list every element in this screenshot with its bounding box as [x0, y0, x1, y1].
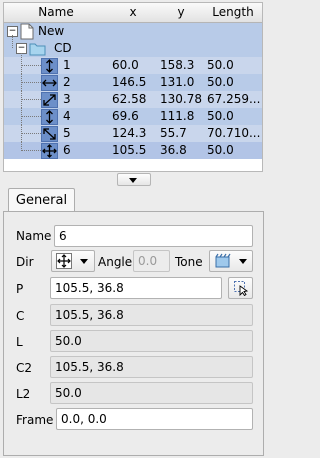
- row-y: 36.8: [160, 143, 187, 157]
- horizontal-arrow-icon: [41, 75, 58, 91]
- row-length: 50.0: [207, 75, 234, 89]
- name-label: Name: [16, 229, 52, 243]
- row-name: 3: [63, 92, 71, 106]
- diagonal-down-arrow-icon: [41, 126, 58, 142]
- table-row[interactable]: 2 146.5 131.0 50.0: [4, 74, 262, 91]
- tone-dropdown[interactable]: [209, 250, 253, 272]
- angle-field[interactable]: 0.0: [133, 250, 170, 272]
- row-length: 50.0: [207, 58, 234, 72]
- tree-table[interactable]: Name x y Length − New − CD 1 60.0 158.3 …: [3, 2, 263, 172]
- p-label: P: [16, 282, 24, 296]
- row-x: 62.58: [112, 92, 147, 106]
- dir-label: Dir: [16, 255, 34, 269]
- row-y: 111.8: [160, 109, 195, 123]
- chevron-down-icon: [129, 178, 137, 183]
- four-way-arrow-icon: [41, 143, 58, 159]
- column-header-name[interactable]: Name: [4, 3, 109, 23]
- row-y: 158.3: [160, 58, 195, 72]
- c-field: 105.5, 36.8: [50, 304, 253, 326]
- chevron-down-icon: [80, 259, 88, 264]
- l-field: 50.0: [50, 330, 253, 352]
- row-name: 5: [63, 126, 71, 140]
- document-icon: [20, 23, 34, 40]
- tab-general[interactable]: General: [8, 188, 75, 212]
- angle-label: Angle: [98, 255, 133, 269]
- p-field[interactable]: 105.5, 36.8: [50, 277, 222, 299]
- pointer-pick-icon: [234, 281, 249, 296]
- pick-point-button[interactable]: [228, 277, 253, 299]
- l2-field: 50.0: [50, 382, 253, 404]
- row-x: 60.0: [112, 58, 139, 72]
- l2-label: L2: [16, 387, 31, 401]
- row-length: 70.710...: [207, 126, 261, 140]
- table-row[interactable]: 1 60.0 158.3 50.0: [4, 53, 262, 74]
- c2-label: C2: [16, 361, 33, 375]
- row-length: 50.0: [207, 109, 234, 123]
- row-x: 146.5: [112, 75, 147, 89]
- row-x: 124.3: [112, 126, 147, 140]
- tree-row-label: New: [38, 24, 65, 38]
- row-x: 69.6: [112, 109, 139, 123]
- four-way-arrow-icon: [56, 253, 72, 269]
- column-header-y[interactable]: y: [158, 3, 205, 23]
- c2-field: 105.5, 36.8: [50, 356, 253, 378]
- properties-panel: Name 6 Dir Angle 0.0 Tone P 105.5, 36.8 …: [3, 211, 264, 456]
- vertical-arrow-icon: [41, 109, 58, 125]
- table-row-selected[interactable]: 6 105.5 36.8 50.0: [4, 142, 262, 159]
- collapse-panel-button[interactable]: [117, 173, 151, 186]
- c-label: C: [16, 309, 25, 323]
- dir-dropdown[interactable]: [51, 250, 95, 272]
- column-header-length[interactable]: Length: [204, 3, 262, 23]
- table-row[interactable]: 3 62.58 130.78 67.259...: [4, 91, 262, 108]
- tree-row-root[interactable]: − New: [4, 23, 262, 40]
- row-name: 4: [63, 109, 71, 123]
- row-name: 1: [63, 58, 71, 72]
- row-name: 2: [63, 75, 71, 89]
- tone-icon: [215, 253, 231, 268]
- name-field[interactable]: 6: [54, 225, 253, 247]
- frame-label: Frame: [16, 413, 54, 427]
- row-name: 6: [63, 143, 71, 157]
- tree-row-label: CD: [54, 41, 72, 55]
- diagonal-up-arrow-icon: [41, 92, 58, 108]
- row-y: 130.78: [160, 92, 202, 106]
- folder-icon: [29, 43, 46, 56]
- table-row[interactable]: 5 124.3 55.7 70.710...: [4, 125, 262, 142]
- row-length: 67.259...: [207, 92, 261, 106]
- row-length: 50.0: [207, 143, 234, 157]
- vertical-arrow-icon: [41, 58, 58, 74]
- column-header-x[interactable]: x: [108, 3, 159, 23]
- l-label: L: [16, 335, 23, 349]
- frame-field[interactable]: 0.0, 0.0: [56, 408, 253, 430]
- chevron-down-icon: [239, 259, 247, 264]
- row-x: 105.5: [112, 143, 147, 157]
- tone-label: Tone: [175, 255, 203, 269]
- splitter[interactable]: [0, 172, 267, 186]
- tree-row-group[interactable]: − CD: [4, 35, 262, 57]
- row-y: 131.0: [160, 75, 195, 89]
- row-y: 55.7: [160, 126, 187, 140]
- table-row[interactable]: 4 69.6 111.8 50.0: [4, 108, 262, 125]
